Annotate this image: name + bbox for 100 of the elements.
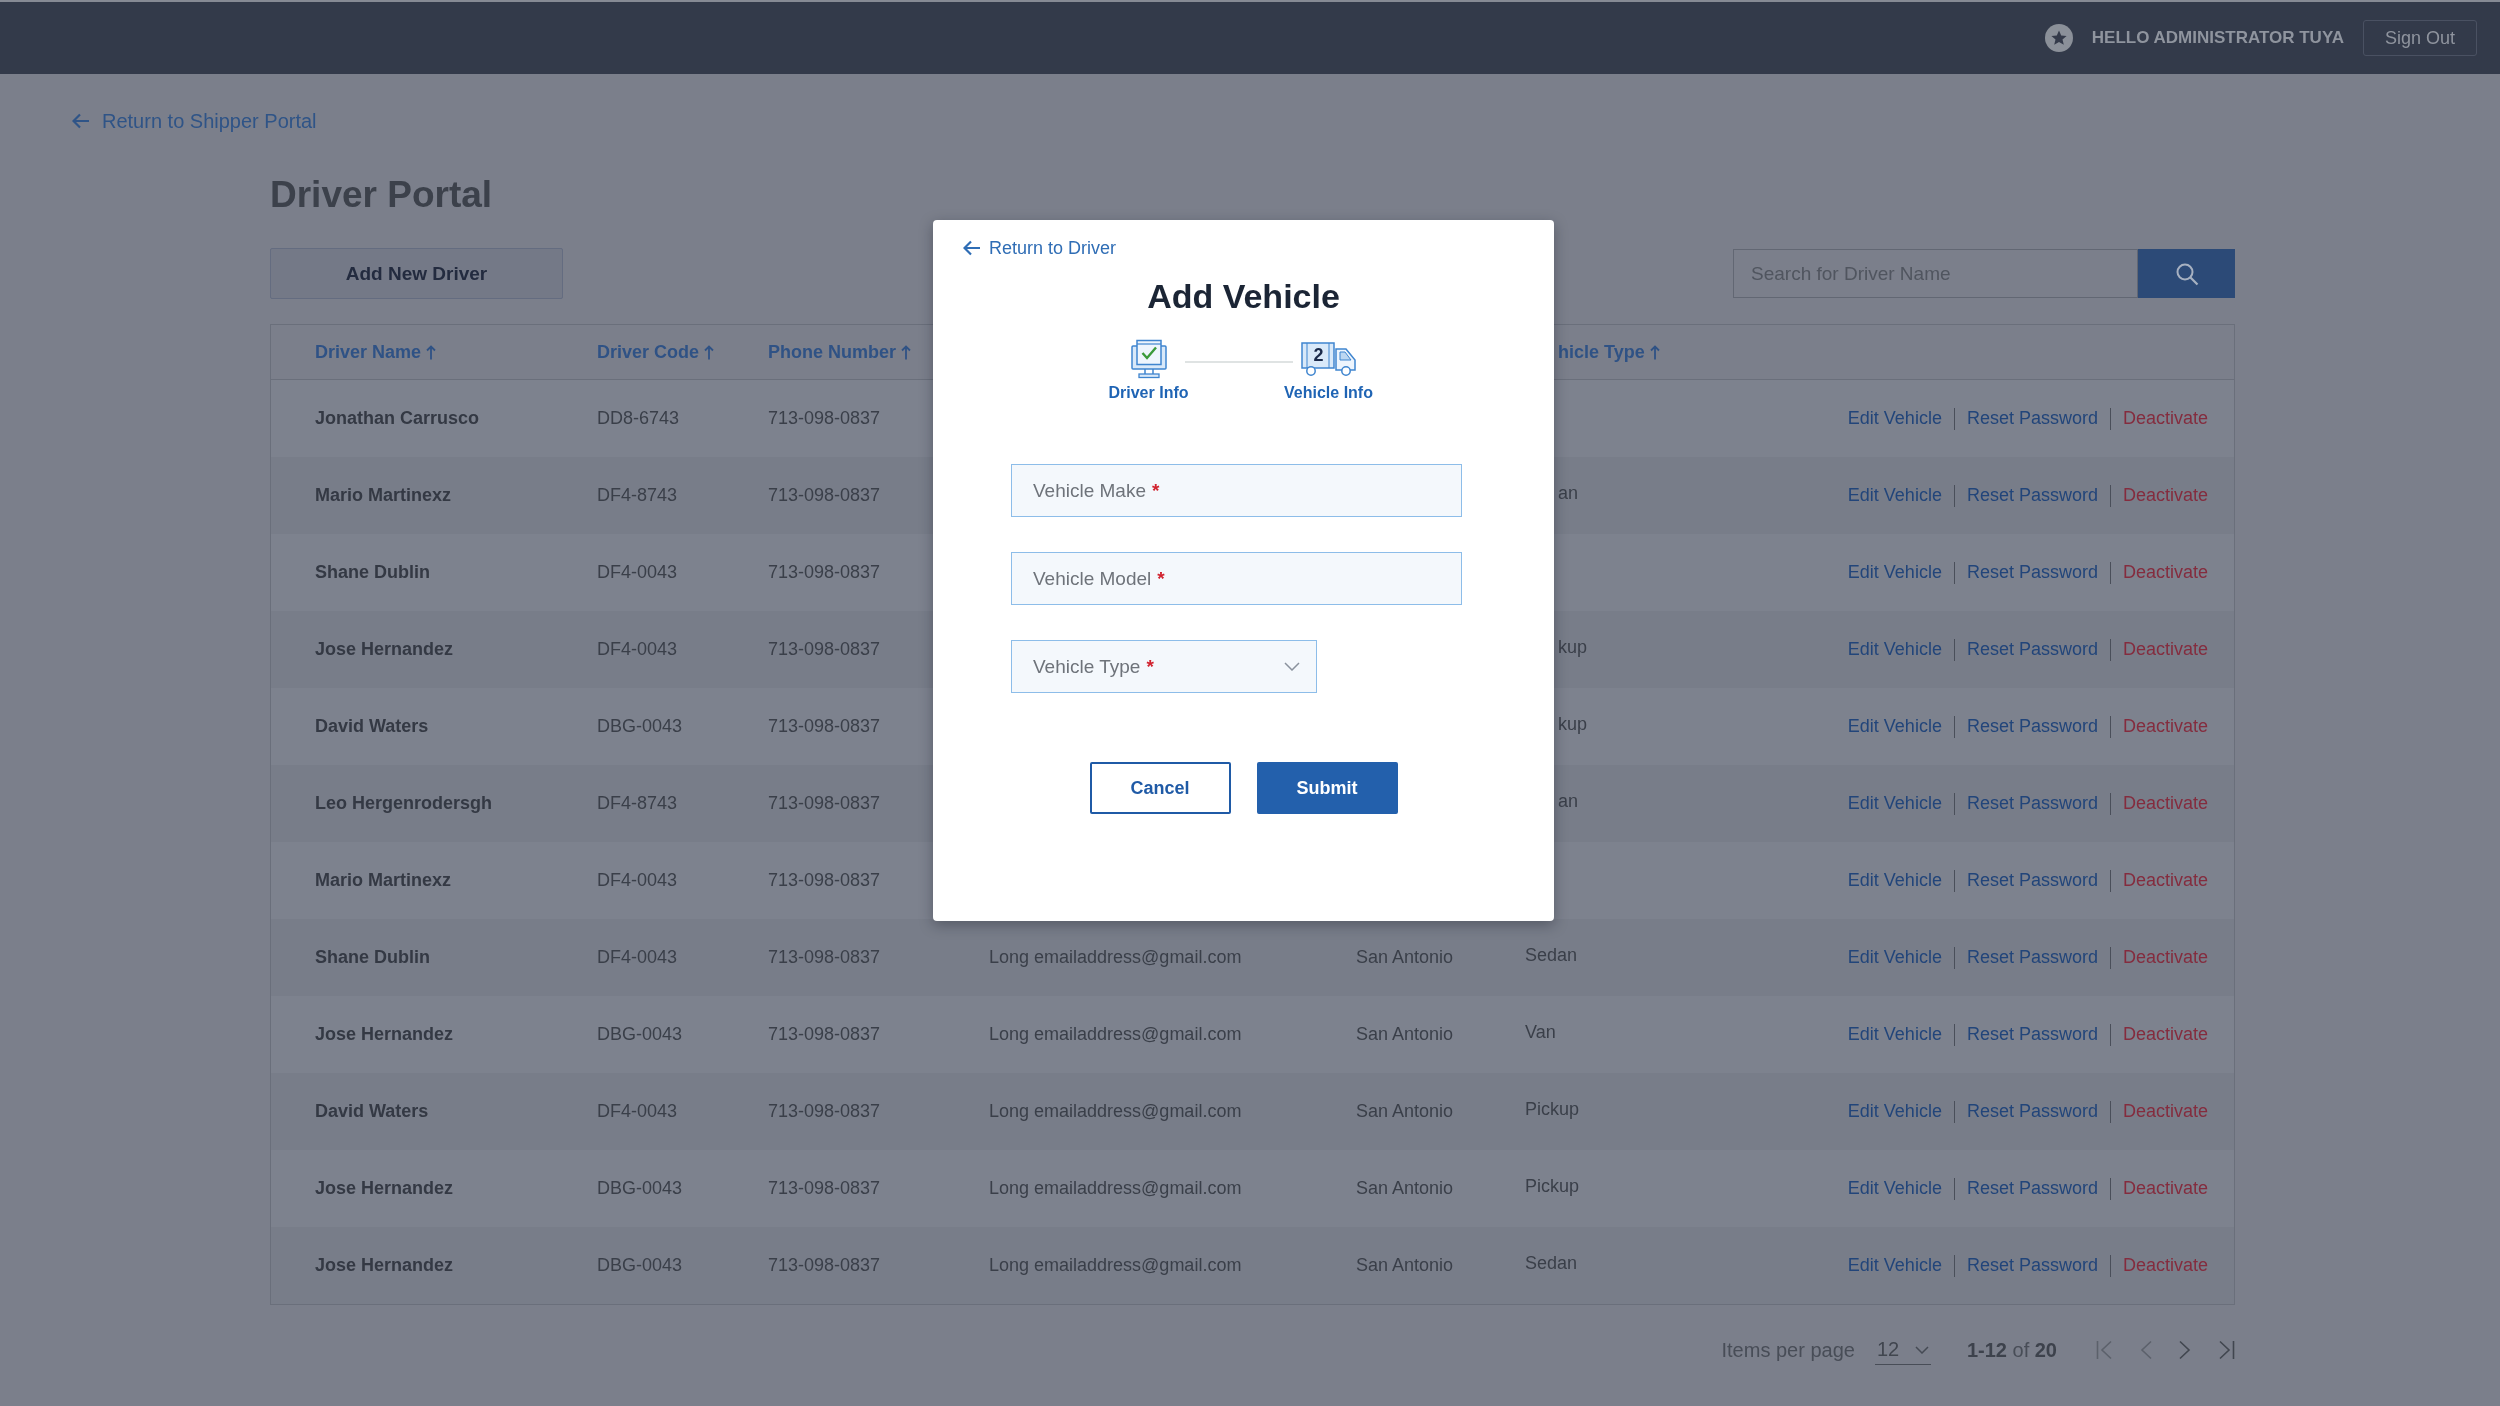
last-page-icon: [2218, 1340, 2235, 1360]
table-cell: DF4-0043: [597, 562, 678, 583]
action-link[interactable]: Edit Vehicle: [1847, 870, 1942, 891]
column-header[interactable]: hicle Type: [1558, 341, 1660, 363]
action-link[interactable]: Reset Password: [1966, 485, 2098, 506]
action-link[interactable]: Edit Vehicle: [1847, 639, 1942, 660]
arrow-left-icon: [72, 113, 90, 129]
table-cell: DBG-0043: [597, 1178, 683, 1199]
chevron-down-icon: [1284, 662, 1300, 671]
action-link[interactable]: Deactivate: [2122, 639, 2208, 660]
table-cell: San Antonio: [1356, 1178, 1454, 1199]
action-link[interactable]: Reset Password: [1966, 562, 2098, 583]
back-link[interactable]: Return to Driver: [963, 236, 1117, 260]
table-cell: Mario Martinexz: [315, 870, 452, 891]
table-cell: DF4-0043: [597, 1101, 678, 1122]
action-link[interactable]: Reset Password: [1966, 1255, 2098, 1276]
next-page-button[interactable]: [2179, 1340, 2191, 1360]
action-link[interactable]: Edit Vehicle: [1847, 485, 1942, 506]
chevron-left-icon: [2140, 1340, 2152, 1360]
table-cell: San Antonio: [1356, 947, 1454, 968]
table-cell: Jose Hernandez: [315, 639, 454, 660]
action-link[interactable]: Edit Vehicle: [1847, 1024, 1942, 1045]
action-link[interactable]: Deactivate: [2122, 716, 2208, 737]
action-link[interactable]: Edit Vehicle: [1847, 793, 1942, 814]
action-link[interactable]: Reset Password: [1966, 408, 2098, 429]
table-cell: DBG-0043: [597, 1255, 683, 1276]
action-link[interactable]: Reset Password: [1966, 1101, 2098, 1122]
action-link[interactable]: Edit Vehicle: [1847, 1255, 1942, 1276]
action-link[interactable]: Reset Password: [1966, 870, 2098, 891]
sign-out-button[interactable]: Sign Out: [2362, 20, 2477, 56]
action-link[interactable]: Deactivate: [2122, 485, 2208, 506]
action-link[interactable]: Reset Password: [1966, 1178, 2098, 1199]
search-button[interactable]: [2138, 249, 2235, 298]
table-cell: Jose Hernandez: [315, 1024, 454, 1045]
text-field[interactable]: Vehicle Make *: [1011, 464, 1462, 517]
action-link[interactable]: Reset Password: [1966, 716, 2098, 737]
table-cell: Long emailaddress@gmail.com: [989, 1178, 1242, 1199]
action-link[interactable]: Deactivate: [2122, 870, 2208, 891]
action-link[interactable]: Reset Password: [1966, 793, 2098, 814]
table-cell: Van: [1525, 1022, 1556, 1043]
action-link[interactable]: Deactivate: [2122, 947, 2208, 968]
table-cell: DF4-8743: [597, 793, 678, 814]
table-cell: Long emailaddress@gmail.com: [989, 1101, 1242, 1122]
column-header[interactable]: Driver Code: [597, 341, 715, 363]
column-header[interactable]: Driver Name: [315, 341, 437, 363]
cancel-button[interactable]: Cancel: [1089, 762, 1231, 814]
action-link[interactable]: Edit Vehicle: [1847, 1101, 1942, 1122]
table-cell: DBG-0043: [597, 716, 683, 737]
table-cell: DBG-0043: [597, 1024, 683, 1045]
action-link[interactable]: Edit Vehicle: [1847, 562, 1942, 583]
action-link[interactable]: Deactivate: [2122, 793, 2208, 814]
step-number: 2: [1312, 345, 1325, 365]
action-link[interactable]: Edit Vehicle: [1847, 947, 1942, 968]
arrow-left-icon: [963, 240, 981, 256]
action-link[interactable]: Reset Password: [1966, 639, 2098, 660]
table-cell: Shane Dublin: [315, 947, 430, 968]
table-cell: San Antonio: [1356, 1255, 1454, 1276]
table-cell: David Waters: [315, 716, 429, 737]
add-driver-button[interactable]: Add New Driver: [270, 248, 563, 299]
action-link[interactable]: Edit Vehicle: [1847, 1178, 1942, 1199]
table-cell: Shane Dublin: [315, 562, 430, 583]
table-cell: 713-098-0837: [768, 793, 881, 814]
action-link[interactable]: Reset Password: [1966, 1024, 2098, 1045]
step-label: Vehicle Info: [1284, 383, 1373, 403]
submit-button[interactable]: Submit: [1256, 762, 1398, 814]
action-link[interactable]: Deactivate: [2122, 1101, 2208, 1122]
column-header[interactable]: Phone Number: [768, 341, 911, 363]
table-cell: 713-098-0837: [768, 639, 881, 660]
action-link[interactable]: Reset Password: [1966, 947, 2098, 968]
table-cell: David Waters: [315, 1101, 429, 1122]
action-link[interactable]: Deactivate: [2122, 562, 2208, 583]
table-cell: Pickup: [1525, 1099, 1580, 1120]
table-cell: an: [1558, 483, 1579, 504]
action-link[interactable]: Edit Vehicle: [1847, 716, 1942, 737]
table-cell: DF4-0043: [597, 947, 678, 968]
table-cell: 713-098-0837: [768, 562, 881, 583]
table-cell: Pickup: [1525, 1176, 1580, 1197]
table-cell: 713-098-0837: [768, 485, 881, 506]
action-link[interactable]: Deactivate: [2122, 1255, 2208, 1276]
table-cell: DF4-8743: [597, 485, 678, 506]
back-link[interactable]: Return to Shipper Portal: [72, 109, 317, 133]
table-cell: an: [1558, 791, 1579, 812]
table-cell: Sedan: [1525, 945, 1578, 966]
table-cell: DD8-6743: [597, 408, 680, 429]
last-page-button[interactable]: [2218, 1340, 2235, 1360]
star-badge-icon: [2044, 24, 2073, 52]
table-cell: Sedan: [1525, 1253, 1578, 1274]
chevron-right-icon: [2179, 1340, 2191, 1360]
text-field[interactable]: Vehicle Model *: [1011, 552, 1462, 605]
action-link[interactable]: Deactivate: [2122, 1178, 2208, 1199]
action-link[interactable]: Deactivate: [2122, 1024, 2208, 1045]
action-link[interactable]: Edit Vehicle: [1847, 408, 1942, 429]
table-cell: 713-098-0837: [768, 870, 881, 891]
dropdown-field[interactable]: Vehicle Type *: [1011, 640, 1317, 693]
table-cell: 713-098-0837: [768, 408, 881, 429]
action-link[interactable]: Deactivate: [2122, 408, 2208, 429]
table-cell: Mario Martinexz: [315, 485, 452, 506]
dialog-title: Add Vehicle: [1146, 276, 1341, 316]
table-cell: Long emailaddress@gmail.com: [989, 1024, 1242, 1045]
page-size-select[interactable]: 12: [1874, 1335, 1931, 1365]
